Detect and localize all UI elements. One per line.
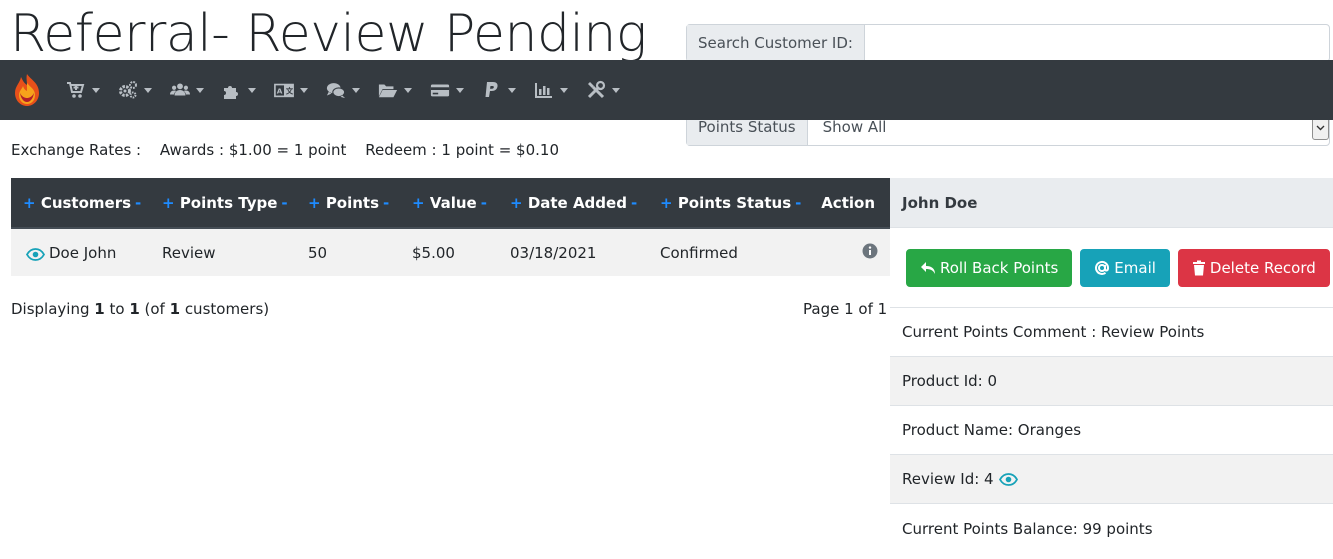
sort-desc[interactable]: - (631, 194, 637, 212)
points-table: + Customers - + Points Type - + Points - + … (11, 178, 890, 276)
detail-review-id: Review Id: 4 (890, 455, 1333, 504)
customer-name: Doe John (49, 243, 117, 262)
chevron-down-icon (612, 87, 620, 93)
nav-files[interactable] (378, 70, 412, 110)
col-points-status[interactable]: + Points Status - (648, 178, 808, 229)
page-title: Referral- Review Pending (10, 4, 647, 64)
detail-comment: Current Points Comment : Review Points (890, 308, 1333, 357)
svg-text:文: 文 (285, 87, 294, 96)
chevron-down-icon (92, 87, 100, 93)
col-points-type[interactable]: + Points Type - (150, 178, 296, 229)
nav-settings[interactable] (118, 70, 152, 110)
svg-text:A: A (277, 87, 283, 96)
trash-icon (1192, 260, 1205, 275)
sort-desc[interactable]: - (135, 194, 141, 212)
chevron-down-icon (352, 87, 360, 93)
nav-reports[interactable] (534, 70, 568, 110)
brand-logo[interactable] (10, 73, 44, 107)
chevron-down-icon (508, 87, 516, 93)
delete-record-button[interactable]: Delete Record (1177, 248, 1330, 287)
detail-customer-name: John Doe (890, 178, 1333, 228)
search-customer-input[interactable] (864, 25, 1329, 61)
detail-actions: Roll Back Points Email Delete Record (890, 228, 1333, 308)
chevron-down-icon (248, 87, 256, 93)
language-icon: A文 (274, 83, 294, 98)
nav-payments[interactable] (430, 70, 464, 110)
cogs-icon (119, 81, 137, 99)
credit-card-icon (430, 84, 450, 97)
sort-asc[interactable]: + (412, 194, 425, 212)
detail-product-id: Product Id: 0 (890, 357, 1333, 406)
flame-logo-icon (15, 74, 39, 106)
col-action: Action (808, 178, 890, 229)
cell-date-added: 03/18/2021 (510, 243, 597, 262)
tools-icon (587, 80, 606, 99)
sort-asc[interactable]: + (23, 194, 36, 212)
cell-points-status: Confirmed (660, 243, 738, 262)
eye-icon[interactable] (26, 247, 45, 261)
sort-desc[interactable]: - (795, 194, 801, 212)
sort-desc[interactable]: - (281, 194, 287, 212)
folder-open-icon (378, 84, 398, 98)
sort-asc[interactable]: + (510, 194, 523, 212)
col-date-added[interactable]: + Date Added - (498, 178, 648, 229)
shopping-cart-icon (67, 82, 85, 98)
chevron-down-icon (144, 87, 152, 93)
cell-points: 50 (308, 243, 328, 262)
nav-paypal[interactable] (482, 70, 516, 110)
points-status-selected: Show All (822, 118, 887, 136)
puzzle-piece-icon (224, 86, 238, 99)
col-points[interactable]: + Points - (296, 178, 400, 229)
eye-icon[interactable] (998, 472, 1018, 486)
points-table-wrap: + Customers - + Points Type - + Points - + … (11, 178, 890, 276)
reply-icon (921, 261, 935, 274)
displaying-count: Displaying 1 to 1 (of 1 customers) (11, 300, 270, 318)
exchange-label: Exchange Rates : (11, 141, 142, 159)
cell-points-type: Review (162, 243, 216, 262)
chevron-down-icon (560, 87, 568, 93)
paypal-icon (485, 82, 498, 97)
nav-extensions[interactable] (222, 70, 256, 110)
page-indicator: Page 1 of 1 (803, 300, 888, 318)
detail-product-name: Product Name: Oranges (890, 406, 1333, 455)
cell-action (808, 228, 890, 276)
nav-comments[interactable] (326, 70, 360, 110)
nav-users[interactable] (170, 70, 204, 110)
comments-icon (326, 83, 346, 99)
main-navbar: A文 (0, 60, 1333, 120)
email-button[interactable]: Email (1080, 248, 1170, 287)
table-header-row: + Customers - + Points Type - + Points - + … (11, 178, 890, 229)
chevron-down-icon (1316, 125, 1325, 131)
table-row[interactable]: Doe John Review 50 $5.00 03/18/2021 Conf… (11, 228, 890, 276)
sort-asc[interactable]: + (162, 194, 175, 212)
exchange-awards: Awards : $1.00 = 1 point (159, 141, 347, 159)
chevron-down-icon (300, 87, 308, 93)
detail-panel: John Doe Roll Back Points Email Delete R… (890, 178, 1333, 553)
chevron-down-icon (456, 87, 464, 93)
nav-cart[interactable] (66, 70, 100, 110)
exchange-rates: Exchange Rates : Awards : $1.00 = 1 poin… (11, 141, 573, 159)
nav-tools[interactable] (586, 70, 620, 110)
roll-back-points-button[interactable]: Roll Back Points (906, 248, 1073, 287)
col-customers[interactable]: + Customers - (11, 178, 150, 229)
detail-points-balance: Current Points Balance: 99 points (902, 519, 1153, 538)
search-customer-label: Search Customer ID: (687, 25, 865, 61)
info-circle-icon[interactable] (862, 243, 878, 259)
chevron-down-icon (404, 87, 412, 93)
sort-desc[interactable]: - (383, 194, 389, 212)
users-icon (170, 83, 190, 96)
sort-asc[interactable]: + (660, 194, 673, 212)
chart-bar-icon (535, 83, 552, 98)
at-sign-icon (1095, 260, 1110, 275)
chevron-down-icon (196, 87, 204, 93)
search-customer-group: Search Customer ID: (686, 24, 1330, 62)
nav-language[interactable]: A文 (274, 70, 308, 110)
cell-customer[interactable]: Doe John (11, 228, 150, 276)
exchange-redeem: Redeem : 1 point = $0.10 (365, 141, 559, 159)
sort-asc[interactable]: + (308, 194, 321, 212)
cell-value: $5.00 (412, 243, 455, 262)
sort-desc[interactable]: - (481, 194, 487, 212)
col-value[interactable]: + Value - (400, 178, 498, 229)
